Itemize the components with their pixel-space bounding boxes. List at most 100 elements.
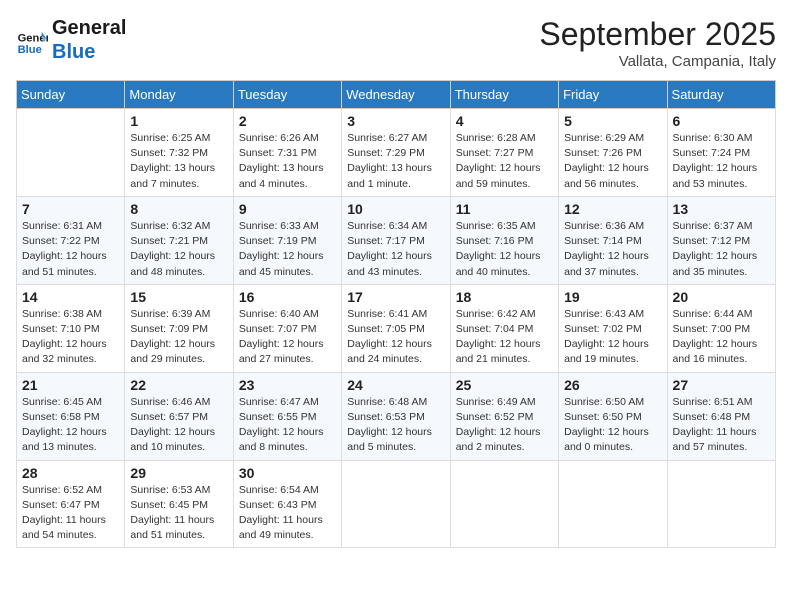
day-cell: 28Sunrise: 6:52 AM Sunset: 6:47 PM Dayli… [17, 460, 125, 548]
day-info: Sunrise: 6:50 AM Sunset: 6:50 PM Dayligh… [564, 395, 661, 456]
day-info: Sunrise: 6:47 AM Sunset: 6:55 PM Dayligh… [239, 395, 336, 456]
day-cell: 30Sunrise: 6:54 AM Sunset: 6:43 PM Dayli… [233, 460, 341, 548]
logo-blue: Blue [52, 40, 126, 64]
day-cell [17, 109, 125, 197]
day-info: Sunrise: 6:35 AM Sunset: 7:16 PM Dayligh… [456, 219, 553, 280]
day-cell: 4 Sunrise: 6:28 AM Sunset: 7:27 PM Daylig… [450, 109, 558, 197]
day-number: 9 [239, 201, 336, 217]
day-cell: 2 Sunrise: 6:26 AM Sunset: 7:31 PM Daylig… [233, 109, 341, 197]
day-info: Sunrise: 6:48 AM Sunset: 6:53 PM Dayligh… [347, 395, 444, 456]
day-cell: 24 Sunrise: 6:48 AM Sunset: 6:53 PM Dayli… [342, 372, 450, 460]
day-cell: 26 Sunrise: 6:50 AM Sunset: 6:50 PM Dayli… [559, 372, 667, 460]
day-cell: 9 Sunrise: 6:33 AM Sunset: 7:19 PM Daylig… [233, 196, 341, 284]
day-number: 13 [673, 201, 770, 217]
location: Vallata, Campania, Italy [539, 53, 776, 70]
day-info: Sunrise: 6:49 AM Sunset: 6:52 PM Dayligh… [456, 395, 553, 456]
day-cell: 18 Sunrise: 6:42 AM Sunset: 7:04 PM Dayli… [450, 284, 558, 372]
day-cell: 27Sunrise: 6:51 AM Sunset: 6:48 PM Dayli… [667, 372, 775, 460]
day-number: 29 [130, 465, 227, 481]
col-header-sunday: Sunday [17, 81, 125, 109]
day-info: Sunrise: 6:29 AM Sunset: 7:26 PM Dayligh… [564, 131, 661, 192]
day-number: 4 [456, 113, 553, 129]
day-number: 2 [239, 113, 336, 129]
day-cell: 8 Sunrise: 6:32 AM Sunset: 7:21 PM Daylig… [125, 196, 233, 284]
day-number: 10 [347, 201, 444, 217]
day-number: 15 [130, 289, 227, 305]
day-info: Sunrise: 6:40 AM Sunset: 7:07 PM Dayligh… [239, 307, 336, 368]
day-cell: 20Sunrise: 6:44 AM Sunset: 7:00 PM Dayli… [667, 284, 775, 372]
day-number: 12 [564, 201, 661, 217]
day-info: Sunrise: 6:27 AM Sunset: 7:29 PM Dayligh… [347, 131, 444, 192]
day-info: Sunrise: 6:37 AM Sunset: 7:12 PM Dayligh… [673, 219, 770, 280]
day-number: 5 [564, 113, 661, 129]
day-cell: 17Sunrise: 6:41 AM Sunset: 7:05 PM Dayli… [342, 284, 450, 372]
day-cell: 7 Sunrise: 6:31 AM Sunset: 7:22 PM Daylig… [17, 196, 125, 284]
col-header-saturday: Saturday [667, 81, 775, 109]
day-cell: 5 Sunrise: 6:29 AM Sunset: 7:26 PM Daylig… [559, 109, 667, 197]
day-info: Sunrise: 6:39 AM Sunset: 7:09 PM Dayligh… [130, 307, 227, 368]
day-info: Sunrise: 6:42 AM Sunset: 7:04 PM Dayligh… [456, 307, 553, 368]
day-cell [450, 460, 558, 548]
day-cell: 12 Sunrise: 6:36 AM Sunset: 7:14 PM Dayli… [559, 196, 667, 284]
week-row-2: 7 Sunrise: 6:31 AM Sunset: 7:22 PM Daylig… [17, 196, 776, 284]
day-cell: 11 Sunrise: 6:35 AM Sunset: 7:16 PM Dayli… [450, 196, 558, 284]
day-number: 7 [22, 201, 119, 217]
day-number: 11 [456, 201, 553, 217]
day-cell [342, 460, 450, 548]
day-cell [667, 460, 775, 548]
col-header-wednesday: Wednesday [342, 81, 450, 109]
day-cell: 25Sunrise: 6:49 AM Sunset: 6:52 PM Dayli… [450, 372, 558, 460]
day-info: Sunrise: 6:28 AM Sunset: 7:27 PM Dayligh… [456, 131, 553, 192]
day-cell: 16Sunrise: 6:40 AM Sunset: 7:07 PM Dayli… [233, 284, 341, 372]
day-number: 17 [347, 289, 444, 305]
day-cell: 21Sunrise: 6:45 AM Sunset: 6:58 PM Dayli… [17, 372, 125, 460]
day-number: 26 [564, 377, 661, 393]
day-info: Sunrise: 6:26 AM Sunset: 7:31 PM Dayligh… [239, 131, 336, 192]
week-row-3: 14Sunrise: 6:38 AM Sunset: 7:10 PM Dayli… [17, 284, 776, 372]
day-info: Sunrise: 6:54 AM Sunset: 6:43 PM Dayligh… [239, 483, 336, 544]
day-cell: 1 Sunrise: 6:25 AM Sunset: 7:32 PM Daylig… [125, 109, 233, 197]
logo: General Blue General Blue [16, 16, 126, 64]
day-info: Sunrise: 6:36 AM Sunset: 7:14 PM Dayligh… [564, 219, 661, 280]
day-number: 23 [239, 377, 336, 393]
day-info: Sunrise: 6:45 AM Sunset: 6:58 PM Dayligh… [22, 395, 119, 456]
day-number: 20 [673, 289, 770, 305]
col-header-friday: Friday [559, 81, 667, 109]
day-info: Sunrise: 6:53 AM Sunset: 6:45 PM Dayligh… [130, 483, 227, 544]
page-header: General Blue General Blue September 2025… [16, 16, 776, 70]
day-cell: 14Sunrise: 6:38 AM Sunset: 7:10 PM Dayli… [17, 284, 125, 372]
col-header-monday: Monday [125, 81, 233, 109]
day-info: Sunrise: 6:25 AM Sunset: 7:32 PM Dayligh… [130, 131, 227, 192]
day-number: 24 [347, 377, 444, 393]
day-info: Sunrise: 6:32 AM Sunset: 7:21 PM Dayligh… [130, 219, 227, 280]
day-cell [559, 460, 667, 548]
day-cell: 6Sunrise: 6:30 AM Sunset: 7:24 PM Daylig… [667, 109, 775, 197]
week-row-5: 28Sunrise: 6:52 AM Sunset: 6:47 PM Dayli… [17, 460, 776, 548]
calendar-header-row: SundayMondayTuesdayWednesdayThursdayFrid… [17, 81, 776, 109]
month-title: September 2025 [539, 16, 776, 53]
day-number: 14 [22, 289, 119, 305]
day-info: Sunrise: 6:34 AM Sunset: 7:17 PM Dayligh… [347, 219, 444, 280]
calendar-table: SundayMondayTuesdayWednesdayThursdayFrid… [16, 80, 776, 548]
svg-text:Blue: Blue [18, 44, 42, 56]
day-info: Sunrise: 6:51 AM Sunset: 6:48 PM Dayligh… [673, 395, 770, 456]
day-cell: 3Sunrise: 6:27 AM Sunset: 7:29 PM Daylig… [342, 109, 450, 197]
day-info: Sunrise: 6:46 AM Sunset: 6:57 PM Dayligh… [130, 395, 227, 456]
day-cell: 19Sunrise: 6:43 AM Sunset: 7:02 PM Dayli… [559, 284, 667, 372]
day-info: Sunrise: 6:31 AM Sunset: 7:22 PM Dayligh… [22, 219, 119, 280]
title-block: September 2025 Vallata, Campania, Italy [539, 16, 776, 70]
day-cell: 13 Sunrise: 6:37 AM Sunset: 7:12 PM Dayli… [667, 196, 775, 284]
day-number: 18 [456, 289, 553, 305]
day-info: Sunrise: 6:33 AM Sunset: 7:19 PM Dayligh… [239, 219, 336, 280]
logo-general: General [52, 16, 126, 40]
day-cell: 10 Sunrise: 6:34 AM Sunset: 7:17 PM Dayli… [342, 196, 450, 284]
day-number: 6 [673, 113, 770, 129]
day-number: 1 [130, 113, 227, 129]
day-number: 28 [22, 465, 119, 481]
day-number: 8 [130, 201, 227, 217]
col-header-thursday: Thursday [450, 81, 558, 109]
day-cell: 29 Sunrise: 6:53 AM Sunset: 6:45 PM Dayli… [125, 460, 233, 548]
day-number: 19 [564, 289, 661, 305]
day-cell: 15 Sunrise: 6:39 AM Sunset: 7:09 PM Dayli… [125, 284, 233, 372]
week-row-1: 1 Sunrise: 6:25 AM Sunset: 7:32 PM Daylig… [17, 109, 776, 197]
